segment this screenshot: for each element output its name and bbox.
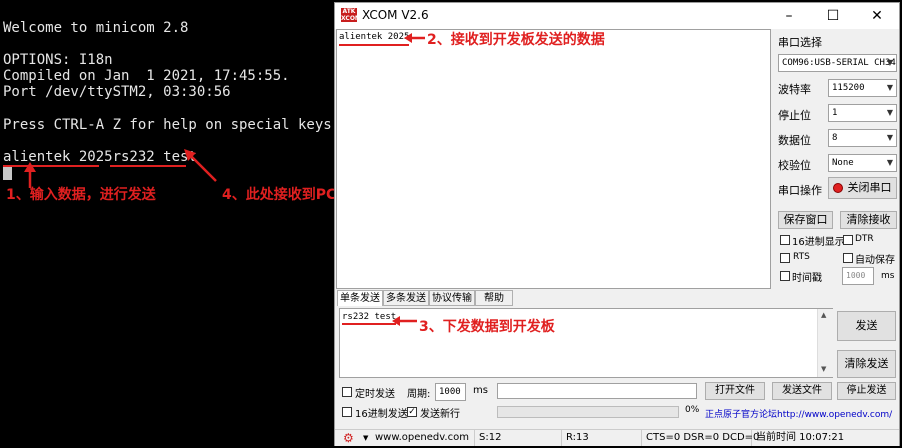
status-line-signals: CTS=0 DSR=0 DCD=0	[642, 430, 759, 446]
dtr-label: DTR	[855, 234, 874, 244]
tab-protocol[interactable]: 协议传输	[429, 290, 475, 306]
timed-send-label: 定时发送	[355, 389, 395, 400]
terminal-line: OPTIONS: I18n	[3, 52, 113, 68]
send-newline-checkbox[interactable]: ✓	[407, 407, 417, 417]
port-op-label: 串口操作	[778, 184, 822, 197]
auto-save-checkbox[interactable]	[843, 253, 853, 263]
annotation-underline	[110, 165, 186, 167]
tab-multi-send[interactable]: 多条发送	[383, 290, 429, 306]
hex-send-label: 16进制发送	[355, 409, 408, 420]
send-file-button[interactable]: 发送文件	[772, 382, 832, 400]
received-text: alientek 2025	[339, 32, 410, 42]
chevron-down-icon: ▼	[886, 158, 893, 167]
send-progress-bar	[497, 406, 679, 418]
status-website-cell[interactable]: ⚙ ▼ www.openedv.com	[335, 430, 475, 446]
status-recv-count: R:13	[562, 430, 642, 446]
annotation-input-data: 1、输入数据，进行发送	[6, 187, 156, 203]
timestamp-unit: ms	[881, 271, 895, 281]
chevron-down-icon: ▼	[886, 58, 893, 67]
maximize-button[interactable]: ☐	[811, 3, 855, 29]
chevron-down-icon: ▼	[886, 133, 893, 142]
timestamp-interval-input[interactable]: 1000	[842, 267, 874, 285]
timed-send-checkbox[interactable]	[342, 387, 352, 397]
annotation-arrow-icon	[404, 33, 425, 43]
annotation-underline	[342, 323, 396, 325]
window-title: XCOM V2.6	[362, 8, 429, 22]
clear-receive-button[interactable]: 清除接收	[840, 211, 897, 229]
status-website: www.openedv.com	[375, 432, 469, 443]
forum-link[interactable]: 正点原子官方论坛http://www.openedv.com/	[705, 407, 892, 420]
rts-checkbox[interactable]	[780, 253, 790, 263]
annotation-received-board: 2、接收到开发板发送的数据	[427, 32, 605, 48]
status-sent-count: S:12	[475, 430, 562, 446]
chevron-down-icon: ▼	[886, 108, 893, 117]
scroll-down-icon: ▼	[821, 365, 827, 373]
progress-percent: 0%	[685, 405, 700, 415]
status-time: 当前时间 10:07:21	[756, 432, 845, 443]
annotation-send-board: 3、下发数据到开发板	[419, 319, 555, 335]
data-bits-select[interactable]: 8 ▼	[828, 129, 897, 147]
stop-bits-select[interactable]: 1 ▼	[828, 104, 897, 122]
port-status-icon	[833, 183, 843, 193]
title-bar[interactable]: ATK XCOM XCOM V2.6 – ☐ ✕	[335, 3, 899, 29]
close-port-button[interactable]: 关闭串口	[828, 177, 897, 199]
period-unit: ms	[473, 385, 488, 396]
tab-single-send[interactable]: 单条发送	[337, 290, 383, 306]
hex-display-checkbox[interactable]	[780, 235, 790, 245]
terminal-line: Port /dev/ttySTM2, 03:30:56	[3, 84, 231, 100]
annotation-arrow-icon	[184, 149, 217, 182]
stop-send-button[interactable]: 停止发送	[837, 382, 896, 400]
timestamp-label: 时间戳	[792, 273, 822, 284]
send-text: rs232 test	[342, 312, 397, 322]
terminal-window[interactable]: Welcome to minicom 2.8 OPTIONS: I18n Com…	[0, 0, 462, 448]
baud-select[interactable]: 115200 ▼	[828, 79, 897, 97]
send-button[interactable]: 发送	[837, 311, 896, 341]
dropdown-icon: ▼	[363, 434, 369, 442]
annotation-arrow-icon	[392, 316, 417, 326]
period-label: 周期:	[407, 389, 431, 400]
receive-textarea[interactable]: alientek 2025	[336, 29, 771, 289]
gear-icon[interactable]: ⚙	[343, 430, 354, 446]
clear-send-button[interactable]: 清除发送	[837, 350, 896, 378]
terminal-line: Welcome to minicom 2.8	[3, 20, 189, 36]
open-file-button[interactable]: 打开文件	[705, 382, 765, 400]
rts-label: RTS	[793, 252, 810, 262]
annotation-underline	[339, 44, 409, 46]
auto-save-label: 自动保存	[855, 255, 895, 266]
parity-select[interactable]: None ▼	[828, 154, 897, 172]
dtr-checkbox[interactable]	[843, 235, 853, 245]
hex-send-checkbox[interactable]	[342, 407, 352, 417]
xcom-window: ATK XCOM XCOM V2.6 – ☐ ✕ alientek 2025 2…	[334, 2, 900, 446]
file-path-input[interactable]	[497, 383, 697, 399]
data-bits-label: 数据位	[778, 134, 811, 147]
chevron-down-icon: ▼	[886, 83, 893, 92]
send-newline-label: 发送新行	[420, 409, 460, 420]
terminal-line: Press CTRL-A Z for help on special keys	[3, 117, 332, 133]
scroll-up-icon: ▲	[821, 311, 827, 319]
port-select-label: 串口选择	[778, 36, 822, 49]
tab-help[interactable]: 帮助	[475, 290, 513, 306]
timestamp-checkbox[interactable]	[780, 271, 790, 281]
period-input[interactable]: 1000	[435, 383, 466, 401]
app-logo-icon: ATK XCOM	[341, 8, 361, 22]
terminal-line: Compiled on Jan 1 2021, 17:45:55.	[3, 68, 290, 84]
save-window-button[interactable]: 保存窗口	[778, 211, 833, 229]
terminal-cursor	[3, 166, 12, 180]
minimize-button[interactable]: –	[767, 3, 811, 29]
parity-label: 校验位	[778, 159, 811, 172]
baud-label: 波特率	[778, 83, 811, 96]
send-scrollbar[interactable]: ▲ ▼	[817, 309, 833, 377]
close-button[interactable]: ✕	[855, 3, 899, 29]
status-bar: ⚙ ▼ www.openedv.com S:12 R:13 CTS=0 DSR=…	[335, 429, 899, 446]
stop-bits-label: 停止位	[778, 109, 811, 122]
hex-display-label: 16进制显示	[792, 237, 845, 248]
port-select[interactable]: COM96:USB-SERIAL CH34 ▼	[778, 54, 897, 72]
